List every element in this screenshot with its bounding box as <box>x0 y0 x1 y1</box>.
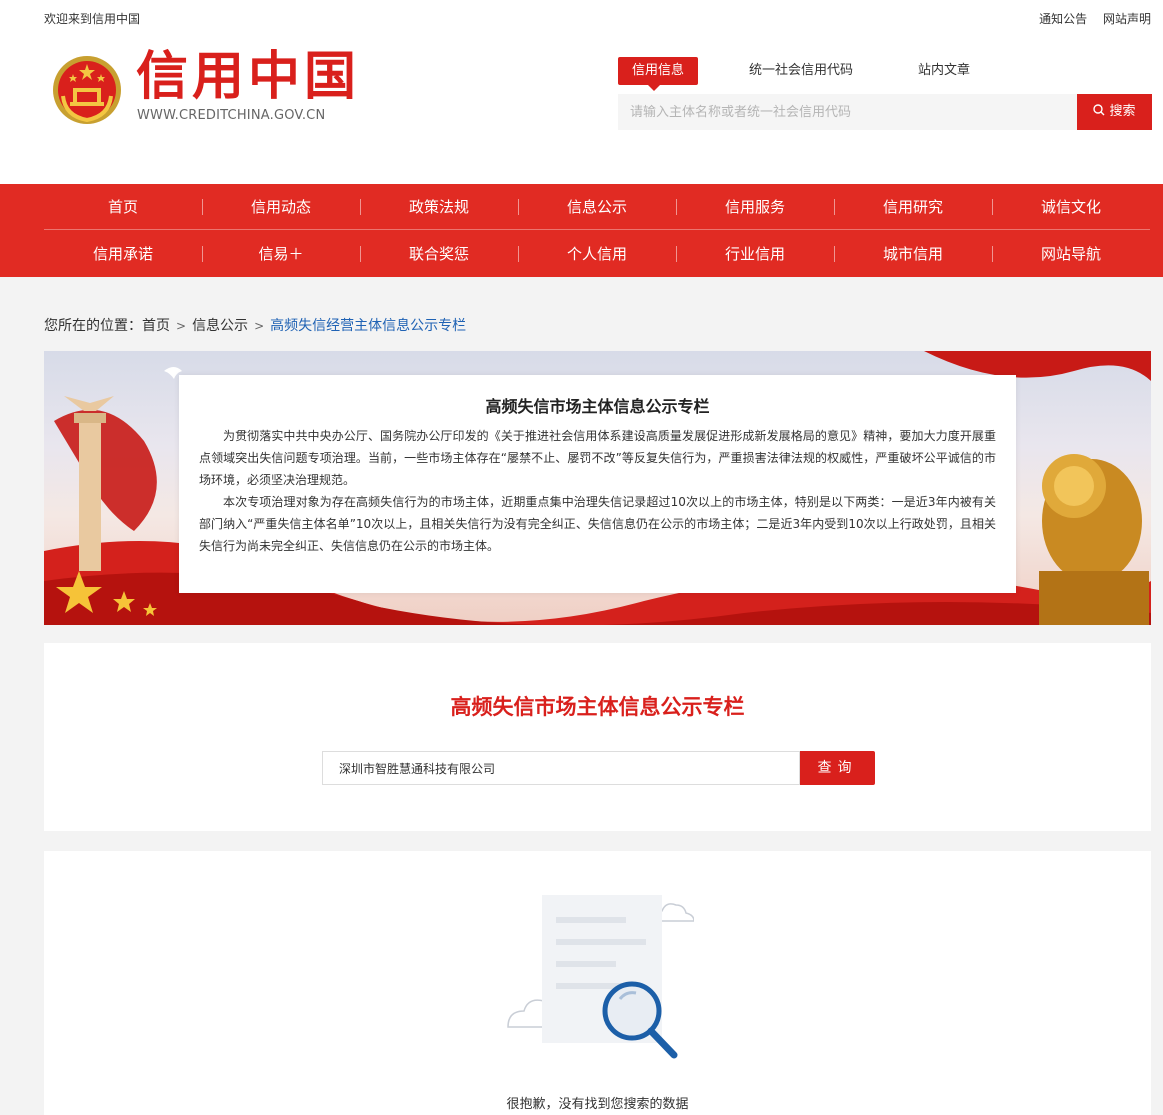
query-panel: 高频失信市场主体信息公示专栏 查询 <box>44 643 1151 831</box>
tab-credit-code[interactable]: 统一社会信用代码 <box>749 57 853 85</box>
nav-row-1: 首页 信用动态 政策法规 信息公示 信用服务 信用研究 诚信文化 <box>44 184 1150 230</box>
breadcrumb-current: 高频失信经营主体信息公示专栏 <box>270 318 467 334</box>
nav-item-credit-pledge[interactable]: 信用承诺 <box>44 231 202 277</box>
breadcrumb-separator: > <box>254 319 265 333</box>
notice-paragraph-1: 为贯彻落实中共中央办公厅、国务院办公厅印发的《关于推进社会信用体系建设高质量发展… <box>199 429 996 487</box>
nav-item-site-map[interactable]: 网站导航 <box>992 231 1150 277</box>
notice-card: 高频失信市场主体信息公示专栏 为贯彻落实中共中央办公厅、国务院办公厅印发的《关于… <box>179 375 1016 593</box>
nav-item-industry-credit[interactable]: 行业信用 <box>676 231 834 277</box>
nav-item-policies[interactable]: 政策法规 <box>360 184 518 229</box>
national-emblem-icon <box>53 56 121 124</box>
notice-link[interactable]: 通知公告 <box>1039 12 1087 26</box>
notice-title: 高频失信市场主体信息公示专栏 <box>485 397 710 416</box>
header-search-box: 搜索 <box>618 94 1152 130</box>
statement-link[interactable]: 网站声明 <box>1103 12 1151 26</box>
top-links: 通知公告 网站声明 <box>1027 10 1151 27</box>
search-icon <box>1093 104 1105 116</box>
tab-credit-info[interactable]: 信用信息 <box>618 57 699 91</box>
breadcrumb: 您所在的位置：首页 > 信息公示 > 高频失信经营主体信息公示专栏 <box>44 315 466 335</box>
query-input[interactable] <box>322 751 800 785</box>
nav-item-city-credit[interactable]: 城市信用 <box>834 231 992 277</box>
top-bar: 欢迎来到信用中国 通知公告 网站声明 <box>0 0 1163 34</box>
breadcrumb-separator: > <box>176 319 187 333</box>
notice-banner: 高频失信市场主体信息公示专栏 为贯彻落实中共中央办公厅、国务院办公厅印发的《关于… <box>44 351 1151 625</box>
header-search-label: 搜索 <box>1109 104 1136 119</box>
empty-result-icon <box>507 895 694 1059</box>
nav-row-2: 信用承诺 信易＋ 联合奖惩 个人信用 行业信用 城市信用 网站导航 <box>44 231 1150 277</box>
breadcrumb-prefix: 您所在的位置： <box>44 318 142 334</box>
nav-item-personal-credit[interactable]: 个人信用 <box>518 231 676 277</box>
welcome-text: 欢迎来到信用中国 <box>44 12 141 26</box>
main-nav: 首页 信用动态 政策法规 信息公示 信用服务 信用研究 诚信文化 信用承诺 信易… <box>0 184 1163 277</box>
nav-item-integrity-culture[interactable]: 诚信文化 <box>992 184 1150 229</box>
nav-item-credit-news[interactable]: 信用动态 <box>202 184 360 229</box>
nav-item-credit-service[interactable]: 信用服务 <box>676 184 834 229</box>
breadcrumb-disclosure[interactable]: 信息公示 <box>192 318 248 334</box>
site-logo-title[interactable]: 信用中国 <box>136 42 360 112</box>
site-url: WWW.CREDITCHINA.GOV.CN <box>137 108 326 123</box>
nav-item-credit-research[interactable]: 信用研究 <box>834 184 992 229</box>
query-title: 高频失信市场主体信息公示专栏 <box>450 695 745 719</box>
breadcrumb-home[interactable]: 首页 <box>142 318 170 334</box>
nav-item-joint-rewards[interactable]: 联合奖惩 <box>360 231 518 277</box>
tab-site-articles[interactable]: 站内文章 <box>918 57 970 85</box>
header-search-input[interactable] <box>618 94 1077 130</box>
nav-item-xinyi-plus[interactable]: 信易＋ <box>202 231 360 277</box>
nav-item-disclosure[interactable]: 信息公示 <box>518 184 676 229</box>
header-search-button[interactable]: 搜索 <box>1077 94 1152 130</box>
site-header: 信用中国 WWW.CREDITCHINA.GOV.CN 信用信息 统一社会信用代… <box>0 34 1163 184</box>
result-panel: 很抱歉，没有找到您搜索的数据 <box>44 851 1151 1115</box>
notice-paragraph-2: 本次专项治理对象为存在高频失信行为的市场主体，近期重点集中治理失信记录超过10次… <box>199 495 996 553</box>
search-tabs: 信用信息 统一社会信用代码 站内文章 <box>618 57 1158 91</box>
query-button[interactable]: 查询 <box>800 751 875 785</box>
nav-item-home[interactable]: 首页 <box>44 184 202 229</box>
empty-result-text: 很抱歉，没有找到您搜索的数据 <box>506 1097 689 1112</box>
